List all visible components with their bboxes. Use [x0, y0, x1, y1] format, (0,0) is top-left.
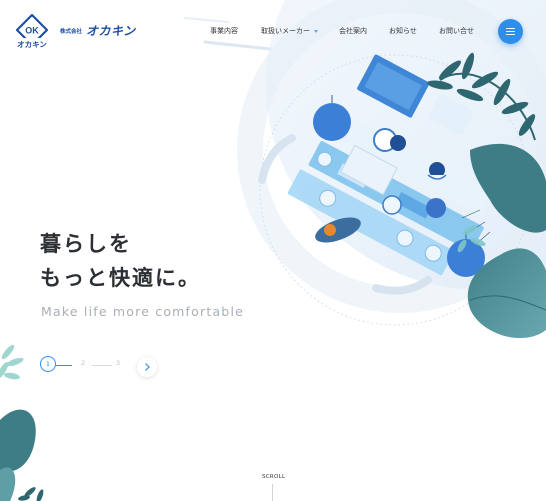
menu-button[interactable] [498, 19, 523, 44]
logo-mark-kana: オカキン [16, 38, 48, 49]
nav-label: 会社案内 [339, 27, 367, 35]
scroll-line [272, 484, 273, 501]
chevron-down-icon [314, 29, 318, 33]
pager-dot-1[interactable]: 1 [40, 356, 56, 372]
nav-label: 取扱いメーカー [261, 27, 310, 35]
nav-label: お知らせ [389, 27, 417, 35]
hero-subtitle: Make life more comfortable [41, 304, 245, 319]
pager-dot-3[interactable]: 3 [116, 359, 120, 367]
global-nav: 事業内容 取扱いメーカー 会社案内 お知らせ お問い合せ [0, 26, 546, 38]
pager-divider [92, 365, 112, 366]
pager-dot-2[interactable]: 2 [81, 359, 85, 367]
nav-item-company[interactable]: 会社案内 [339, 26, 367, 36]
nav-label: お問い合せ [439, 27, 474, 35]
hero-headline-line1: 暮らしを [40, 232, 132, 256]
nav-item-contact[interactable]: お問い合せ [439, 26, 474, 36]
hero-headline-line2: もっと快適に。 [40, 266, 201, 290]
chevron-right-icon [145, 363, 150, 371]
nav-item-business[interactable]: 事業内容 [210, 26, 238, 36]
svg-text:オカキン: オカキン [17, 40, 47, 49]
pager-progress-line [56, 365, 72, 366]
scroll-label: SCROLL [262, 474, 286, 480]
slider-next-button[interactable] [137, 357, 157, 377]
nav-label: 事業内容 [210, 27, 238, 35]
nav-item-news[interactable]: お知らせ [389, 26, 417, 36]
nav-item-makers[interactable]: 取扱いメーカー [261, 26, 318, 36]
